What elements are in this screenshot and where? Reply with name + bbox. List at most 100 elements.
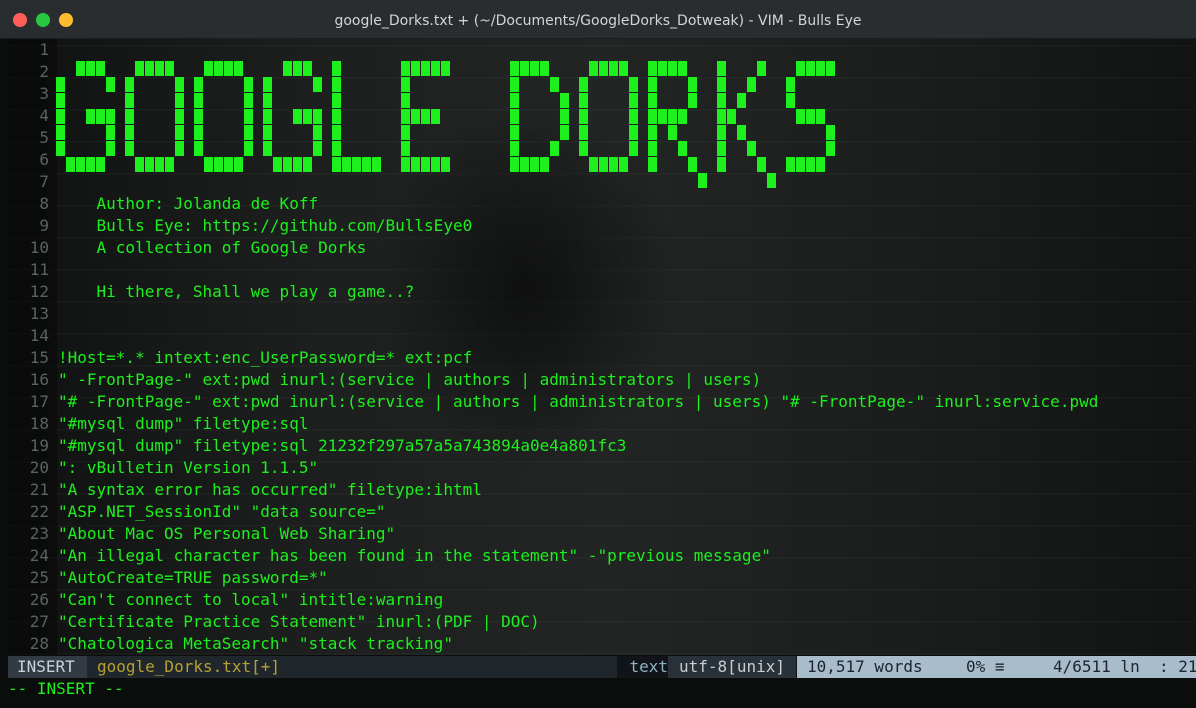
banner-pixel xyxy=(530,61,539,76)
banner-pixel xyxy=(629,77,638,92)
banner-pixel xyxy=(727,109,736,124)
banner-pixel xyxy=(717,141,726,156)
banner-pixel xyxy=(401,157,410,172)
text-line[interactable]: Bulls Eye: https://github.com/BullsEye0 xyxy=(58,215,473,237)
banner-pixel xyxy=(717,61,726,76)
line-number: 10 xyxy=(29,238,49,257)
banner-pixel xyxy=(431,157,440,172)
banner-pixel xyxy=(155,157,164,172)
banner-pixel xyxy=(224,157,233,172)
banner-pixel xyxy=(175,93,184,108)
banner-pixel xyxy=(510,125,519,140)
banner-pixel xyxy=(599,157,608,172)
banner-pixel xyxy=(76,157,85,172)
text-line[interactable]: "# -FrontPage-" ext:pwd inurl:(service |… xyxy=(58,391,1098,413)
text-line[interactable]: !Host=*.* intext:enc_UserPassword=* ext:… xyxy=(58,347,472,369)
line-number: 28 xyxy=(29,634,49,653)
banner-pixel xyxy=(194,109,203,124)
banner-pixel xyxy=(244,141,253,156)
banner-pixel xyxy=(135,61,144,76)
text-line[interactable]: "#mysql dump" filetype:sql 21232f297a57a… xyxy=(58,435,626,457)
banner-pixel xyxy=(796,109,805,124)
banner-pixel xyxy=(737,125,746,140)
command-line[interactable]: -- INSERT -- xyxy=(8,678,1196,708)
line-number: 19 xyxy=(29,436,49,455)
text-line[interactable]: "An illegal character has been found in … xyxy=(58,545,771,567)
banner-pixel xyxy=(678,61,687,76)
banner-pixel xyxy=(332,125,341,140)
text-line[interactable]: "Certificate Practice Statement" inurl:(… xyxy=(58,611,540,633)
text-line[interactable]: Hi there, Shall we play a game..? xyxy=(58,281,415,303)
banner-pixel xyxy=(125,93,134,108)
banner-pixel xyxy=(648,61,657,76)
banner-pixel xyxy=(550,141,559,156)
banner-pixel xyxy=(747,77,756,92)
banner-pixel xyxy=(56,77,65,92)
banner-pixel xyxy=(599,61,608,76)
text-line[interactable]: "#mysql dump" filetype:sql xyxy=(58,413,308,435)
banner-pixel xyxy=(737,93,746,108)
banner-pixel xyxy=(441,61,450,76)
banner-pixel xyxy=(579,125,588,140)
text-line[interactable]: " -FrontPage-" ext:pwd inurl:(service | … xyxy=(58,369,761,391)
banner-pixel xyxy=(786,77,795,92)
banner-pixel xyxy=(717,109,726,124)
line-number: 20 xyxy=(29,458,49,477)
line-number: 24 xyxy=(29,546,49,565)
banner-pixel xyxy=(717,93,726,108)
banner-pixel xyxy=(332,61,341,76)
text-line[interactable]: "About Mac OS Personal Web Sharing" xyxy=(58,523,395,545)
banner-pixel xyxy=(796,61,805,76)
banner-pixel xyxy=(194,141,203,156)
banner-pixel xyxy=(125,141,134,156)
text-line[interactable]: "ASP.NET_SessionId" "data source=" xyxy=(58,501,386,523)
banner-pixel xyxy=(757,61,766,76)
banner-pixel xyxy=(332,157,341,172)
line-number: 13 xyxy=(29,304,49,323)
banner-pixel xyxy=(145,157,154,172)
banner-pixel xyxy=(510,157,519,172)
banner-pixel xyxy=(194,77,203,92)
banner-pixel xyxy=(263,93,272,108)
banner-pixel xyxy=(175,141,184,156)
banner-pixel xyxy=(560,125,569,140)
banner-pixel xyxy=(629,109,638,124)
banner-pixel xyxy=(362,157,371,172)
text-line[interactable]: ": vBulletin Version 1.1.5" xyxy=(58,457,318,479)
banner-pixel xyxy=(204,157,213,172)
banner-pixel xyxy=(658,109,667,124)
banner-pixel xyxy=(224,61,233,76)
banner-pixel xyxy=(86,109,95,124)
banner-pixel xyxy=(244,125,253,140)
banner-pixel xyxy=(293,157,302,172)
banner-pixel xyxy=(589,61,598,76)
window-titlebar: google_Dorks.txt + (~/Documents/GoogleDo… xyxy=(0,0,1196,39)
banner-pixel xyxy=(806,157,815,172)
banner-pixel xyxy=(194,93,203,108)
banner-pixel xyxy=(688,157,697,172)
banner-pixel xyxy=(648,93,657,108)
banner-pixel xyxy=(629,93,638,108)
banner-pixel xyxy=(263,109,272,124)
banner-pixel xyxy=(125,77,134,92)
banner-pixel xyxy=(283,157,292,172)
text-line[interactable]: "Can't connect to local" intitle:warning xyxy=(58,589,443,611)
banner-pixel xyxy=(86,157,95,172)
banner-pixel xyxy=(619,157,628,172)
banner-pixel xyxy=(411,109,420,124)
banner-pixel xyxy=(560,93,569,108)
line-number: 23 xyxy=(29,524,49,543)
line-number: 26 xyxy=(29,590,49,609)
banner-pixel xyxy=(155,61,164,76)
text-line[interactable]: A collection of Google Dorks xyxy=(58,237,367,259)
editor-pane[interactable]: 1 2 3 4 5 6 7 8 9 10 11 12 13 14 15 16 17 18 19 20 21 22 23 24 2… xyxy=(8,39,1196,655)
banner-pixel xyxy=(56,141,65,156)
text-line[interactable]: "Chatologica MetaSearch" "stack tracking… xyxy=(58,633,453,655)
banner-pixel xyxy=(244,93,253,108)
banner-pixel xyxy=(698,173,707,188)
text-line[interactable]: "AutoCreate=TRUE password=*" xyxy=(58,567,328,589)
banner-pixel xyxy=(520,61,529,76)
banner-pixel xyxy=(96,61,105,76)
text-line[interactable]: "A syntax error has occurred" filetype:i… xyxy=(58,479,482,501)
banner-pixel xyxy=(688,77,697,92)
